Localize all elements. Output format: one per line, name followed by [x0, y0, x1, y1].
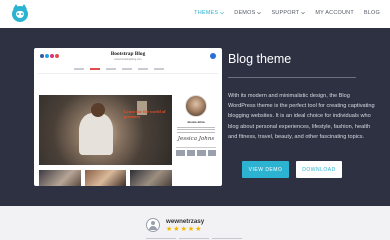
- main-menu: THEMES DEMOS SUPPORT MY ACCOUNT BLOG: [194, 10, 380, 16]
- preview-subtitle: www.bootstrapblog.com: [114, 58, 142, 61]
- nav-item-support[interactable]: SUPPORT: [271, 10, 306, 16]
- download-button[interactable]: DOWNLOAD: [296, 161, 342, 178]
- divider: [228, 77, 356, 78]
- review-section: wewnetrzasy ★ ★ ★ ★ ★: [0, 206, 390, 240]
- preview-profile-widget: Jessica Johns Jessica Johns: [174, 95, 218, 156]
- nav-item-label: SUPPORT: [271, 10, 300, 16]
- star-icon: ★: [187, 226, 195, 233]
- search-icon: [210, 53, 216, 59]
- review-author: wewnetrzasy: [166, 218, 205, 225]
- star-icon: ★: [166, 226, 173, 233]
- nav-item-themes[interactable]: THEMES: [194, 10, 225, 16]
- profile-signature: Jessica Johns: [177, 136, 215, 142]
- profile-name: Jessica Johns: [187, 121, 205, 124]
- chevron-down-icon: [220, 11, 225, 15]
- preview-header: Bootstrap Blog www.bootstrapblog.com: [34, 48, 222, 64]
- nav-item-my-account[interactable]: MY ACCOUNT: [315, 10, 354, 16]
- divider: [176, 147, 216, 148]
- featured-image: [39, 95, 172, 165]
- star-icon: ★: [195, 226, 202, 233]
- theme-description: With its modern and minimalistic design,…: [228, 93, 375, 140]
- view-demo-button[interactable]: VIEW DEMO: [242, 161, 289, 178]
- nav-item-blog[interactable]: BLOG: [364, 10, 380, 16]
- theme-title: Blog theme: [228, 52, 292, 66]
- user-avatar-icon: [146, 218, 160, 232]
- featured-heading: Leave for the world of greenery: [124, 109, 166, 119]
- avatar: [185, 95, 207, 117]
- cat-logo-icon[interactable]: [12, 4, 28, 22]
- chevron-down-icon: [301, 11, 306, 15]
- nav-item-label: DEMOS: [234, 10, 256, 16]
- divider: [38, 73, 218, 74]
- theme-preview-screenshot[interactable]: Bootstrap Blog www.bootstrapblog.com Lea…: [34, 48, 222, 186]
- preview-post-thumbnails: [39, 170, 173, 186]
- profile-text: [177, 125, 215, 134]
- theme-hero: Bootstrap Blog www.bootstrapblog.com Lea…: [0, 28, 390, 206]
- star-icon: ★: [173, 226, 180, 233]
- nav-item-label: THEMES: [194, 10, 219, 16]
- profile-thumbnails: [176, 150, 216, 156]
- star-icon: ★: [180, 226, 187, 233]
- nav-item-label: BLOG: [363, 10, 380, 16]
- nav-item-demos[interactable]: DEMOS: [234, 10, 262, 16]
- preview-menu: [74, 68, 184, 70]
- preview-title: Bootstrap Blog: [110, 51, 146, 57]
- chevron-down-icon: [257, 11, 262, 15]
- star-rating: ★ ★ ★ ★ ★: [166, 226, 201, 233]
- top-navigation: THEMES DEMOS SUPPORT MY ACCOUNT BLOG: [0, 0, 390, 28]
- nav-item-label: MY ACCOUNT: [315, 10, 354, 16]
